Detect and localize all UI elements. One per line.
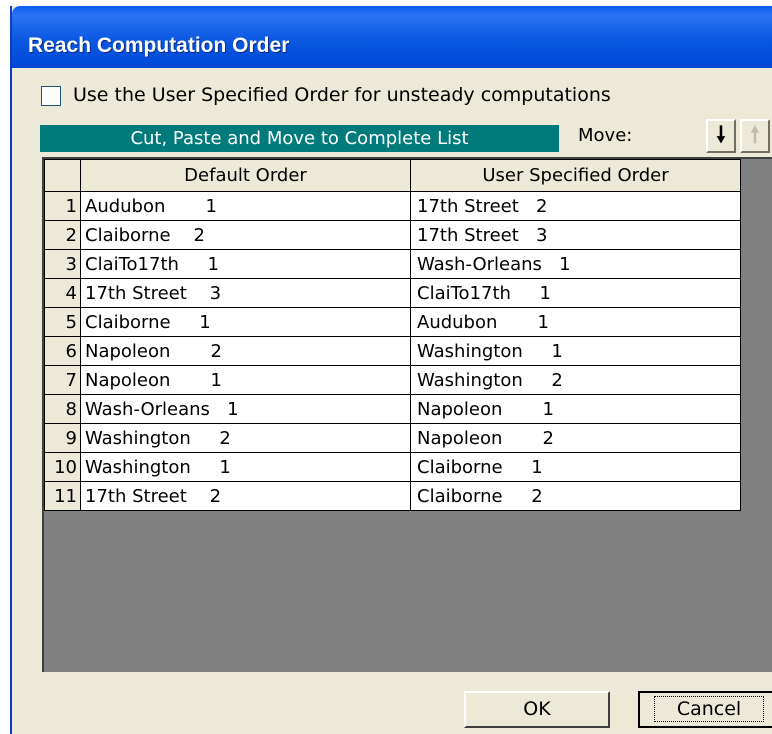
default-order-header[interactable]: Default Order: [80, 159, 411, 192]
table-row: 7 Napoleon 1 Washington 2: [44, 365, 741, 395]
row-number[interactable]: 1: [44, 191, 81, 221]
default-order-cell[interactable]: Wash-Orleans 1: [80, 394, 411, 424]
user-order-cell[interactable]: 17th Street 2: [410, 191, 741, 221]
row-number[interactable]: 5: [44, 307, 81, 337]
table-row: 8 Wash-Orleans 1 Napoleon 1: [44, 394, 741, 424]
title-bar[interactable]: Reach Computation Order: [12, 6, 772, 68]
row-number[interactable]: 11: [44, 481, 81, 511]
table-row: 2 Claiborne 2 17th Street 3: [44, 220, 741, 250]
corner-cell[interactable]: [44, 159, 81, 192]
table-row: 10 Washington 1 Claiborne 1: [44, 452, 741, 482]
user-order-label[interactable]: Use the User Specified Order for unstead…: [73, 84, 611, 106]
user-order-cell[interactable]: Washington 1: [410, 336, 741, 366]
dialog-title: Reach Computation Order: [28, 34, 290, 57]
ok-button[interactable]: OK: [464, 691, 610, 728]
table-header-row: Default Order User Specified Order: [44, 159, 741, 192]
dialog-window: Reach Computation Order Use the User Spe…: [10, 6, 772, 734]
row-number[interactable]: 8: [44, 394, 81, 424]
table-row: 4 17th Street 3 ClaiTo17th 1: [44, 278, 741, 308]
arrow-up-icon: 🠕: [750, 123, 760, 148]
user-order-cell[interactable]: Audubon 1: [410, 307, 741, 337]
move-up-button[interactable]: 🠕: [740, 119, 770, 153]
user-order-cell[interactable]: 17th Street 3: [410, 220, 741, 250]
default-order-cell[interactable]: 17th Street 3: [80, 278, 411, 308]
row-number[interactable]: 6: [44, 336, 81, 366]
row-number[interactable]: 10: [44, 452, 81, 482]
row-number[interactable]: 9: [44, 423, 81, 453]
user-order-header[interactable]: User Specified Order: [410, 159, 741, 192]
order-grid: Default Order User Specified Order 1 Audu…: [42, 157, 772, 672]
table-row: 9 Washington 2 Napoleon 2: [44, 423, 741, 453]
default-order-cell[interactable]: Claiborne 2: [80, 220, 411, 250]
row-number[interactable]: 2: [44, 220, 81, 250]
ok-button-label: OK: [523, 698, 551, 720]
arrow-down-icon: 🠗: [716, 123, 726, 148]
move-down-button[interactable]: 🠗: [706, 119, 736, 153]
cancel-button[interactable]: Cancel: [638, 691, 772, 728]
default-order-cell[interactable]: ClaiTo17th 1: [80, 249, 411, 279]
default-order-cell[interactable]: Claiborne 1: [80, 307, 411, 337]
default-order-cell[interactable]: Audubon 1: [80, 191, 411, 221]
table-row: 1 Audubon 1 17th Street 2: [44, 191, 741, 221]
user-order-cell[interactable]: Napoleon 2: [410, 423, 741, 453]
default-order-cell[interactable]: Washington 1: [80, 452, 411, 482]
user-order-cell[interactable]: Washington 2: [410, 365, 741, 395]
user-order-checkbox[interactable]: [41, 86, 61, 106]
table-row: 3 ClaiTo17th 1 Wash-Orleans 1: [44, 249, 741, 279]
table-row: 11 17th Street 2 Claiborne 2: [44, 481, 741, 511]
user-order-cell[interactable]: Wash-Orleans 1: [410, 249, 741, 279]
default-order-cell[interactable]: Washington 2: [80, 423, 411, 453]
user-order-cell[interactable]: Claiborne 2: [410, 481, 741, 511]
user-order-cell[interactable]: Napoleon 1: [410, 394, 741, 424]
row-number[interactable]: 4: [44, 278, 81, 308]
row-number[interactable]: 7: [44, 365, 81, 395]
default-order-cell[interactable]: 17th Street 2: [80, 481, 411, 511]
user-order-cell[interactable]: Claiborne 1: [410, 452, 741, 482]
default-order-cell[interactable]: Napoleon 1: [80, 365, 411, 395]
cancel-button-label: Cancel: [653, 696, 765, 722]
row-number[interactable]: 3: [44, 249, 81, 279]
default-order-cell[interactable]: Napoleon 2: [80, 336, 411, 366]
move-label: Move:: [578, 125, 633, 146]
table-row: 6 Napoleon 2 Washington 1: [44, 336, 741, 366]
instruction-banner: Cut, Paste and Move to Complete List: [40, 125, 559, 152]
user-order-cell[interactable]: ClaiTo17th 1: [410, 278, 741, 308]
order-table: Default Order User Specified Order 1 Audu…: [44, 159, 741, 511]
table-row: 5 Claiborne 1 Audubon 1: [44, 307, 741, 337]
